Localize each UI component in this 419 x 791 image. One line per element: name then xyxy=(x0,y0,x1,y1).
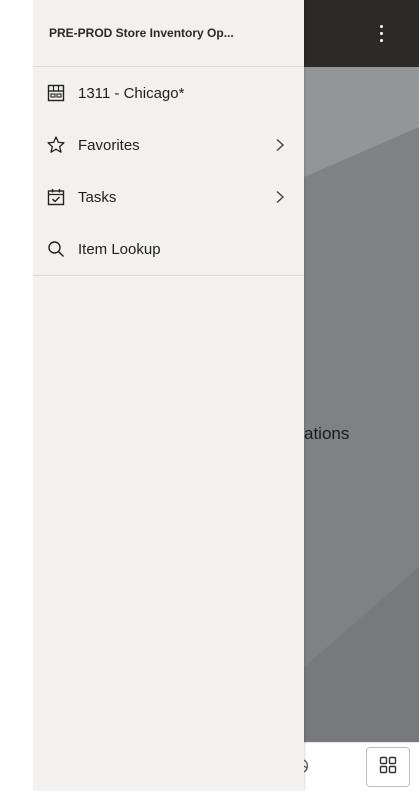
menu-item-store-label: 1311 - Chicago* xyxy=(78,84,185,102)
menu-item-tasks[interactable]: Tasks xyxy=(33,171,304,223)
calendar-check-icon xyxy=(46,187,66,207)
chevron-right-icon xyxy=(272,135,288,155)
menu-item-favorites[interactable]: Favorites xyxy=(33,119,304,171)
menu-item-item-lookup[interactable]: Item Lookup xyxy=(33,223,304,275)
app-header xyxy=(304,0,419,67)
apps-grid-button[interactable] xyxy=(366,747,410,787)
search-icon xyxy=(46,239,66,259)
menu-item-item-lookup-label: Item Lookup xyxy=(78,240,161,258)
store-icon xyxy=(46,83,66,103)
grid-icon xyxy=(379,756,397,778)
menu-item-tasks-label: Tasks xyxy=(78,188,117,206)
app-frame: ations PRE-PROD Store Inventory Op... 13… xyxy=(0,0,419,791)
left-margin xyxy=(0,0,33,790)
content-background xyxy=(304,67,419,742)
menu-item-store[interactable]: 1311 - Chicago* xyxy=(33,67,304,119)
drawer-header: PRE-PROD Store Inventory Op... xyxy=(33,0,304,67)
more-options-icon[interactable] xyxy=(366,18,396,48)
navigation-drawer: PRE-PROD Store Inventory Op... 1311 - Ch… xyxy=(33,0,304,790)
chevron-right-icon xyxy=(272,187,288,207)
star-icon xyxy=(46,135,66,155)
content-partial-text: ations xyxy=(304,424,350,443)
menu-item-favorites-label: Favorites xyxy=(78,136,140,154)
drawer-menu: 1311 - Chicago* Favorites Tasks Item Loo… xyxy=(33,67,304,276)
drawer-title: PRE-PROD Store Inventory Op... xyxy=(49,26,234,40)
